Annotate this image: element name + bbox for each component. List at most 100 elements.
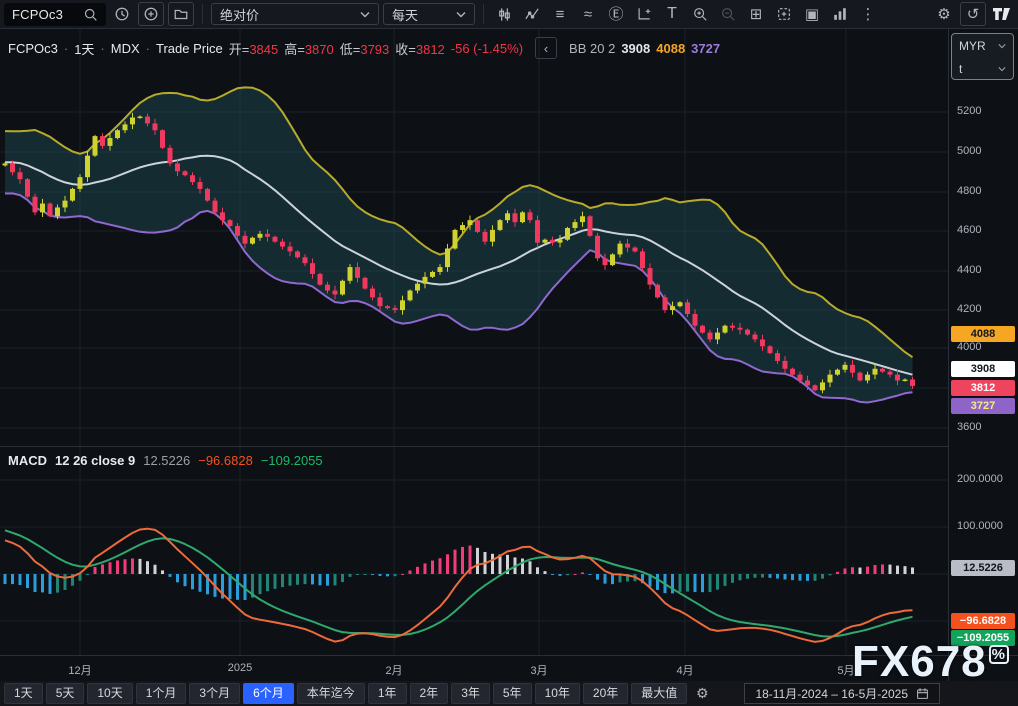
range-button-1天[interactable]: 1天 bbox=[4, 683, 43, 704]
legend-interval[interactable]: 1天 bbox=[74, 39, 94, 58]
bb-basis-value: 3908 bbox=[621, 41, 650, 56]
macd-params: 12 26 close 9 bbox=[55, 453, 135, 468]
waves-button[interactable]: ≈ bbox=[576, 3, 600, 25]
time-axis-label: 3月 bbox=[530, 662, 547, 678]
symbol-name: FCPOc3 bbox=[12, 7, 63, 22]
macd-indicator-label[interactable]: MACD bbox=[8, 453, 47, 468]
axis-tick-label: 4800 bbox=[957, 185, 981, 197]
bb-lower-value: 3727 bbox=[691, 41, 720, 56]
axis-tick-label: 5200 bbox=[957, 105, 981, 117]
range-button-5天[interactable]: 5天 bbox=[46, 683, 85, 704]
time-axis-label: 4月 bbox=[676, 662, 693, 678]
axis-tick-label: 100.0000 bbox=[957, 520, 1003, 532]
watermark: FX678 % bbox=[852, 637, 1009, 687]
unit-value: t bbox=[959, 62, 962, 76]
legend-symbol[interactable]: FCPOc3 bbox=[8, 41, 58, 56]
axis-price-badge: 3812 bbox=[951, 380, 1015, 396]
elliott-wave-button[interactable]: Ⓔ bbox=[604, 3, 628, 25]
pane-divider[interactable] bbox=[0, 446, 1018, 447]
range-button-10天[interactable]: 10天 bbox=[87, 683, 132, 704]
scale-settings-button[interactable] bbox=[632, 3, 656, 25]
folder-button[interactable] bbox=[168, 2, 194, 26]
toolbar-separator bbox=[202, 4, 203, 24]
chevron-down-icon bbox=[360, 11, 370, 18]
top-toolbar: FCPOc3 绝对价 每天 bbox=[0, 0, 1018, 29]
range-button-10年[interactable]: 10年 bbox=[535, 683, 580, 704]
zoom-in-button[interactable] bbox=[688, 3, 712, 25]
range-button-5年[interactable]: 5年 bbox=[493, 683, 532, 704]
macd-signal-value: −109.2055 bbox=[261, 453, 323, 468]
currency-value: MYR bbox=[959, 39, 986, 53]
settings-gear-button[interactable]: ⚙ bbox=[932, 3, 956, 25]
date-range-text: 18-11月-2024 – 16-5月-2025 bbox=[755, 685, 908, 702]
range-button-3年[interactable]: 3年 bbox=[451, 683, 490, 704]
axis-tick-label: 4600 bbox=[957, 224, 981, 236]
range-button-1个月[interactable]: 1个月 bbox=[136, 683, 187, 704]
axis-tick-label: 4200 bbox=[957, 303, 981, 315]
bb-upper-value: 4088 bbox=[656, 41, 685, 56]
range-button-3个月[interactable]: 3个月 bbox=[189, 683, 240, 704]
close-value: 3812 bbox=[416, 42, 445, 57]
tradingview-logo[interactable] bbox=[990, 3, 1014, 25]
zoom-out-button[interactable] bbox=[716, 3, 740, 25]
axis-price-badge: 3908 bbox=[951, 361, 1015, 377]
price-pane[interactable] bbox=[0, 29, 948, 446]
range-button-1年[interactable]: 1年 bbox=[368, 683, 407, 704]
range-button-20年[interactable]: 20年 bbox=[583, 683, 628, 704]
price-mode-value: 绝对价 bbox=[220, 5, 259, 24]
macd-hist-value: 12.5226 bbox=[143, 453, 190, 468]
chevron-down-icon bbox=[456, 11, 466, 18]
add-symbol-button[interactable] bbox=[138, 2, 164, 26]
undo-button[interactable]: ↺ bbox=[960, 2, 986, 26]
watermark-text: FX678 bbox=[852, 637, 987, 687]
change-value: -56 (-1.45%) bbox=[451, 41, 523, 56]
axis-unit-box: MYR t bbox=[951, 33, 1014, 80]
interval-select[interactable]: 每天 bbox=[383, 3, 475, 25]
indicators-button[interactable] bbox=[520, 3, 544, 25]
axis-price-badge: 12.5226 bbox=[951, 560, 1015, 576]
macd-line-value: −96.6828 bbox=[198, 453, 253, 468]
calendar-icon bbox=[916, 687, 929, 700]
clock-icon[interactable] bbox=[110, 3, 134, 25]
time-axis-label: 2025 bbox=[228, 662, 252, 674]
interval-value: 每天 bbox=[392, 5, 418, 24]
low-value: 3793 bbox=[360, 42, 389, 57]
toolbar-separator bbox=[483, 4, 484, 24]
range-button-本年迄今[interactable]: 本年迄今 bbox=[297, 683, 365, 704]
axis-tick-label: 5000 bbox=[957, 145, 981, 157]
legend-collapse-button[interactable]: ‹ bbox=[535, 37, 557, 59]
axis-price-badge: 3727 bbox=[951, 398, 1015, 414]
templates-button[interactable]: ≡ bbox=[548, 3, 572, 25]
price-mode-select[interactable]: 绝对价 bbox=[211, 3, 379, 25]
candlestick-style-button[interactable] bbox=[492, 3, 516, 25]
axis-price-badge: −96.6828 bbox=[951, 613, 1015, 629]
range-button-group: 1天5天10天1个月3个月6个月本年迄今1年2年3年5年10年20年最大值 bbox=[4, 683, 687, 704]
axis-tick-label: 4400 bbox=[957, 264, 981, 276]
bb-indicator-label[interactable]: BB 20 2 bbox=[569, 41, 615, 56]
grid-view-button[interactable]: ⊞ bbox=[744, 3, 768, 25]
text-tool-button[interactable]: T bbox=[660, 3, 684, 25]
axis-price-badge: 4088 bbox=[951, 326, 1015, 342]
price-legend: FCPOc3 · 1天 · MDX · Trade Price 开=3845 高… bbox=[8, 37, 720, 59]
macd-pane[interactable] bbox=[0, 447, 948, 655]
layout-button[interactable]: ▣ bbox=[800, 3, 824, 25]
range-button-2年[interactable]: 2年 bbox=[410, 683, 449, 704]
symbol-search-box[interactable]: FCPOc3 bbox=[4, 3, 106, 26]
time-axis[interactable]: 12月20252月3月4月5月 bbox=[0, 656, 948, 681]
high-value: 3870 bbox=[305, 42, 334, 57]
screenshot-button[interactable] bbox=[772, 3, 796, 25]
search-icon bbox=[83, 7, 98, 22]
range-button-最大值[interactable]: 最大值 bbox=[631, 683, 687, 704]
more-options-button[interactable]: ⋮ bbox=[856, 3, 880, 25]
unit-select[interactable]: t bbox=[952, 57, 1013, 80]
range-button-6个月[interactable]: 6个月 bbox=[243, 683, 294, 704]
range-settings-gear-icon[interactable]: ⚙ bbox=[690, 685, 714, 702]
chevron-down-icon bbox=[998, 43, 1006, 49]
currency-select[interactable]: MYR bbox=[952, 34, 1013, 57]
open-value: 3845 bbox=[249, 42, 278, 57]
bar-chart-button[interactable] bbox=[828, 3, 852, 25]
chevron-down-icon bbox=[998, 66, 1006, 72]
legend-exchange: MDX bbox=[111, 41, 140, 56]
time-axis-label: 12月 bbox=[68, 662, 91, 678]
price-axis[interactable]: MYR t 5200500048004600440042004000360020… bbox=[948, 29, 1018, 655]
